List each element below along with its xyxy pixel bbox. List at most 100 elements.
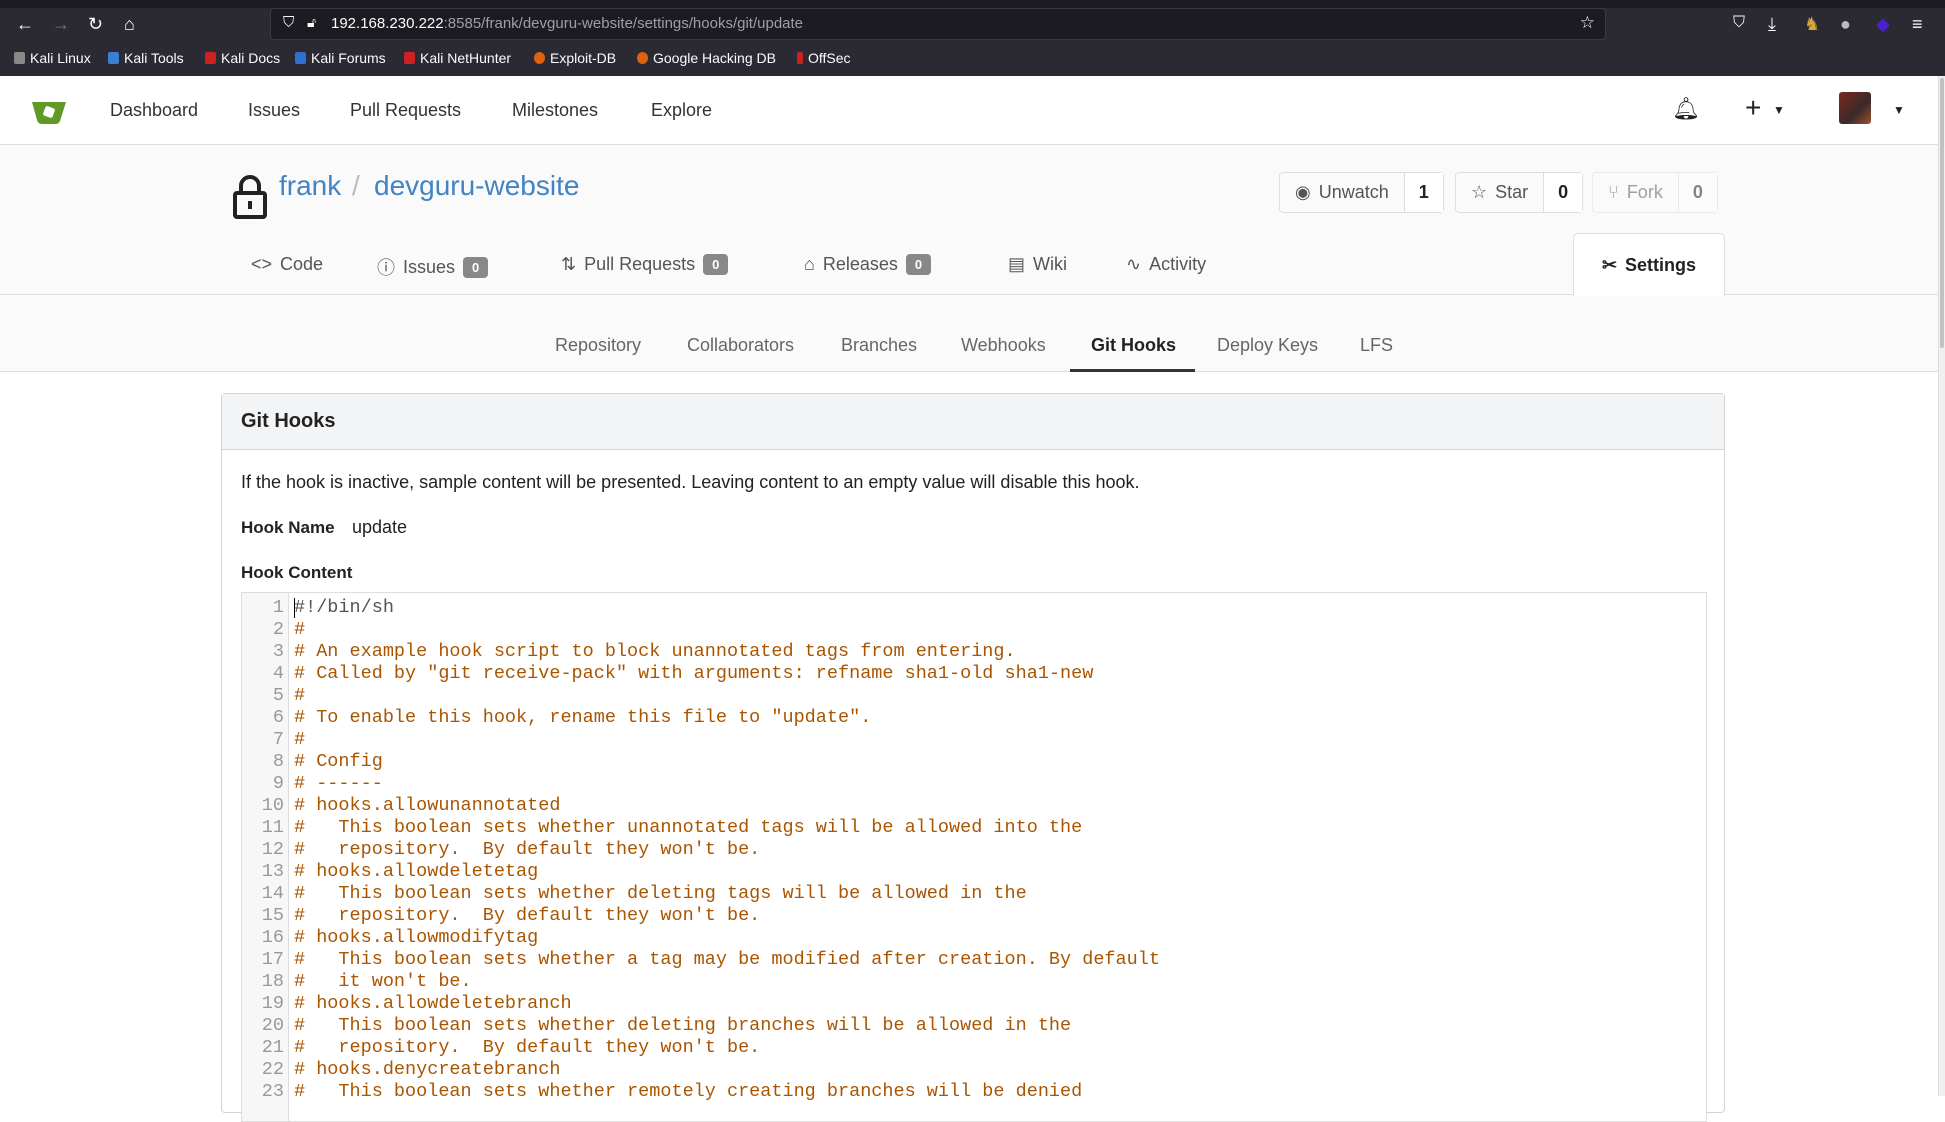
page-scrollbar[interactable] bbox=[1938, 76, 1945, 1096]
nav-dashboard[interactable]: Dashboard bbox=[110, 100, 198, 121]
url-text[interactable]: 192.168.230.222:8585/frank/devguru-websi… bbox=[331, 15, 803, 32]
repo-owner-link[interactable]: frank bbox=[279, 170, 341, 202]
tools-icon: ✂ bbox=[1601, 254, 1618, 275]
fork-count[interactable]: 0 bbox=[1677, 173, 1717, 212]
unwatch-label: Unwatch bbox=[1318, 182, 1389, 202]
code-line[interactable]: # it won't be. bbox=[294, 971, 1160, 993]
code-line[interactable]: # bbox=[294, 729, 1160, 751]
fork-label: Fork bbox=[1626, 182, 1663, 202]
code-line[interactable]: # repository. By default they won't be. bbox=[294, 1037, 1160, 1059]
code-line[interactable]: # Called by "git receive-pack" with argu… bbox=[294, 663, 1160, 685]
code-line[interactable]: # repository. By default they won't be. bbox=[294, 905, 1160, 927]
code-line[interactable]: # repository. By default they won't be. bbox=[294, 839, 1160, 861]
code-line[interactable]: # hooks.denycreatebranch bbox=[294, 1059, 1160, 1081]
settings-tab-webhooks[interactable]: Webhooks bbox=[961, 335, 1046, 356]
book-icon: ▤ bbox=[1008, 254, 1026, 274]
reload-icon[interactable]: ↻ bbox=[88, 14, 103, 35]
line-number: 12 bbox=[261, 839, 284, 860]
nav-pull-requests[interactable]: Pull Requests bbox=[350, 100, 461, 121]
bookmark-kali-linux[interactable]: Kali Linux bbox=[14, 50, 91, 66]
home-icon[interactable]: ⌂ bbox=[124, 14, 135, 35]
insecure-lock-icon[interactable]: 🔓︎ bbox=[307, 14, 316, 31]
forward-icon[interactable]: → bbox=[52, 14, 70, 35]
settings-tab-repository[interactable]: Repository bbox=[555, 335, 641, 356]
tab-issues[interactable]: ⓘ Issues 0 bbox=[377, 254, 489, 280]
code-line[interactable]: # This boolean sets whether a tag may be… bbox=[294, 949, 1160, 971]
private-lock-icon bbox=[233, 175, 267, 219]
bookmark-kali-forums[interactable]: Kali Forums bbox=[295, 50, 386, 66]
bookmark-kali-tools[interactable]: Kali Tools bbox=[108, 50, 184, 66]
bookmark-kali-docs[interactable]: Kali Docs bbox=[205, 50, 280, 66]
shield-icon[interactable]: ⛉ bbox=[283, 14, 294, 31]
code-line[interactable]: # hooks.allowunannotated bbox=[294, 795, 1160, 817]
user-avatar[interactable] bbox=[1839, 92, 1871, 124]
settings-tab-branches[interactable]: Branches bbox=[841, 335, 917, 356]
code-line[interactable]: # This boolean sets whether deleting bra… bbox=[294, 1015, 1160, 1037]
code-line[interactable]: # hooks.allowdeletetag bbox=[294, 861, 1160, 883]
repo-name-link[interactable]: devguru-website bbox=[374, 170, 579, 202]
line-number: 3 bbox=[272, 641, 284, 662]
settings-tab-deploy-keys[interactable]: Deploy Keys bbox=[1217, 335, 1318, 356]
bookmark-google-hacking-db[interactable]: Google Hacking DB bbox=[637, 50, 776, 66]
code-line[interactable]: # An example hook script to block unanno… bbox=[294, 641, 1160, 663]
tab-code[interactable]: <> Code bbox=[251, 254, 323, 275]
code-line[interactable]: # To enable this hook, rename this file … bbox=[294, 707, 1160, 729]
code-line[interactable]: # ------ bbox=[294, 773, 1160, 795]
hook-name-value: update bbox=[352, 517, 408, 537]
unwatch-button[interactable]: ◉ Unwatch 1 bbox=[1279, 172, 1444, 213]
code-line[interactable]: # This boolean sets whether remotely cre… bbox=[294, 1081, 1160, 1103]
code-lines[interactable]: #!/bin/sh # # An example hook script to bl… bbox=[294, 597, 1160, 1103]
star-label: Star bbox=[1495, 182, 1529, 202]
hook-content-editor[interactable]: 1 2 3 4 5 6 7 8 9 10 11 12 13 14 15 16 17 18 19 20 21 22 23 #!… bbox=[241, 592, 1707, 1122]
bookmark-star-icon[interactable]: ☆ bbox=[1580, 13, 1595, 33]
back-icon[interactable]: ← bbox=[16, 14, 34, 35]
code-line[interactable]: # bbox=[294, 685, 1160, 707]
settings-tab-lfs[interactable]: LFS bbox=[1360, 335, 1393, 356]
code-line[interactable]: # Config bbox=[294, 751, 1160, 773]
nav-issues[interactable]: Issues bbox=[248, 100, 300, 121]
code-line[interactable]: # hooks.allowdeletebranch bbox=[294, 993, 1160, 1015]
tab-releases[interactable]: ⌂ Releases 0 bbox=[804, 254, 932, 275]
scrollbar-thumb[interactable] bbox=[1940, 78, 1944, 348]
nav-milestones[interactable]: Milestones bbox=[512, 100, 598, 121]
notification-bell-icon[interactable]: 🔔︎ bbox=[1672, 96, 1700, 122]
tab-wiki[interactable]: ▤ Wiki bbox=[1008, 254, 1067, 275]
fork-button[interactable]: ⑂ Fork 0 bbox=[1592, 172, 1718, 213]
bookmark-offsec[interactable]: OffSec bbox=[797, 50, 851, 66]
hook-name-label: Hook Name bbox=[241, 518, 335, 537]
pocket-icon[interactable]: ⛉ bbox=[1733, 14, 1745, 32]
line-number: 13 bbox=[261, 861, 284, 882]
url-bar[interactable]: ⛉ 🔓︎ 192.168.230.222:8585/frank/devguru-… bbox=[270, 8, 1606, 40]
star-count[interactable]: 0 bbox=[1543, 173, 1583, 212]
code-line[interactable]: # hooks.allowmodifytag bbox=[294, 927, 1160, 949]
nav-explore[interactable]: Explore bbox=[651, 100, 712, 121]
top-navbar: Dashboard Issues Pull Requests Milestone… bbox=[0, 76, 1938, 145]
download-icon[interactable]: ⤓ bbox=[1768, 14, 1776, 35]
code-line[interactable]: #!/bin/sh bbox=[294, 597, 1160, 619]
bookmark-kali-nethunter[interactable]: Kali NetHunter bbox=[404, 50, 511, 66]
active-tab-indicator bbox=[1070, 369, 1195, 372]
tab-activity[interactable]: ∿ Activity bbox=[1126, 254, 1206, 275]
settings-tab-git-hooks[interactable]: Git Hooks bbox=[1091, 335, 1176, 356]
tab-settings[interactable]: ✂ Settings bbox=[1573, 233, 1725, 296]
line-number: 21 bbox=[261, 1037, 284, 1058]
line-number: 9 bbox=[272, 773, 284, 794]
settings-tab-collaborators[interactable]: Collaborators bbox=[687, 335, 794, 356]
gitea-logo[interactable] bbox=[30, 99, 68, 125]
extension-diamond-icon[interactable]: ◆ bbox=[1876, 14, 1890, 35]
menu-icon[interactable]: ≡ bbox=[1912, 14, 1923, 35]
extension-circle-icon[interactable]: ● bbox=[1840, 14, 1851, 35]
code-line[interactable]: # This boolean sets whether unannotated … bbox=[294, 817, 1160, 839]
line-number: 1 bbox=[272, 597, 284, 618]
watch-count[interactable]: 1 bbox=[1403, 173, 1443, 212]
tab-pull-requests[interactable]: ⇅ Pull Requests 0 bbox=[561, 254, 729, 275]
star-button[interactable]: ☆ Star 0 bbox=[1455, 172, 1584, 213]
extension-icon[interactable]: ♞ bbox=[1804, 14, 1820, 35]
create-plus-icon[interactable]: + bbox=[1745, 92, 1761, 124]
code-line[interactable]: # bbox=[294, 619, 1160, 641]
create-dropdown-icon[interactable]: ▼ bbox=[1773, 103, 1785, 117]
line-number: 5 bbox=[272, 685, 284, 706]
bookmark-exploit-db[interactable]: Exploit-DB bbox=[534, 50, 616, 66]
user-dropdown-icon[interactable]: ▼ bbox=[1893, 103, 1905, 117]
code-line[interactable]: # This boolean sets whether deleting tag… bbox=[294, 883, 1160, 905]
